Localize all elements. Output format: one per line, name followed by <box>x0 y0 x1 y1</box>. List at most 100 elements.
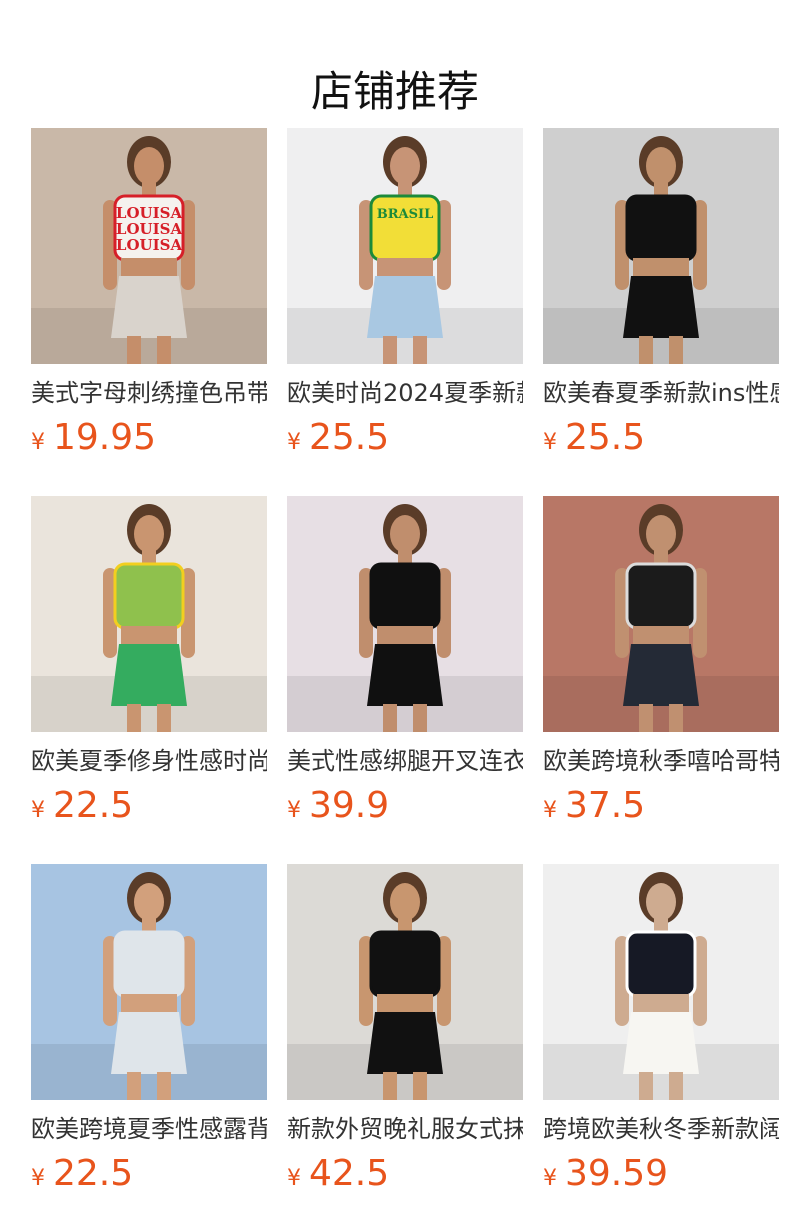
model-waist <box>633 258 689 278</box>
price-amount: 22.5 <box>53 785 134 826</box>
currency-symbol: ¥ <box>287 798 301 823</box>
product-photo <box>287 496 523 732</box>
recommended-store-page: 店铺推荐 LOUISA LOUISA LOUISA 美式字母刺绣撞色吊带 ¥19.9… <box>0 0 790 1232</box>
product-price: ¥19.95 <box>31 418 267 464</box>
model-face <box>134 883 164 921</box>
model-face <box>390 147 420 185</box>
product-card[interactable]: 欧美跨境夏季性感露背 ¥22.5 <box>31 864 267 1200</box>
product-name[interactable]: 欧美跨境秋季嘻哈哥特 <box>543 746 779 776</box>
price-amount: 39.59 <box>565 1153 669 1194</box>
currency-symbol: ¥ <box>287 1166 301 1191</box>
product-price: ¥39.9 <box>287 786 523 832</box>
price-amount: 25.5 <box>309 417 390 458</box>
currency-symbol: ¥ <box>543 430 557 455</box>
garment-bottom <box>367 644 443 706</box>
model-waist <box>633 994 689 1014</box>
product-card[interactable]: 欧美春夏季新款ins性感 ¥25.5 <box>543 128 779 464</box>
garment-top <box>369 194 441 262</box>
model-leg-left <box>639 1072 653 1100</box>
model-face <box>134 147 164 185</box>
product-card[interactable]: 新款外贸晚礼服女式抹胸 ¥42.5 <box>287 864 523 1200</box>
currency-symbol: ¥ <box>543 798 557 823</box>
price-amount: 42.5 <box>309 1153 390 1194</box>
model-leg-right <box>157 704 171 732</box>
price-amount: 37.5 <box>565 785 646 826</box>
garment-bottom <box>623 644 699 706</box>
garment-top <box>369 562 441 630</box>
model-leg-right <box>413 336 427 364</box>
product-card[interactable]: 欧美夏季修身性感时尚 ¥22.5 <box>31 496 267 832</box>
product-image[interactable] <box>287 496 523 732</box>
model-leg-right <box>157 336 171 364</box>
product-image[interactable] <box>543 864 779 1100</box>
product-image[interactable]: LOUISA LOUISA LOUISA <box>31 128 267 364</box>
product-price: ¥42.5 <box>287 1154 523 1200</box>
model-waist <box>633 626 689 646</box>
product-image[interactable] <box>31 864 267 1100</box>
product-name[interactable]: 欧美春夏季新款ins性感 <box>543 378 779 408</box>
product-price: ¥37.5 <box>543 786 779 832</box>
product-image[interactable] <box>31 496 267 732</box>
product-photo: BRASIL <box>287 128 523 364</box>
product-photo <box>543 496 779 732</box>
currency-symbol: ¥ <box>287 430 301 455</box>
product-photo: LOUISALOUISALOUISA <box>31 128 267 364</box>
product-name[interactable]: 欧美跨境夏季性感露背 <box>31 1114 267 1144</box>
product-card[interactable]: 欧美跨境秋季嘻哈哥特 ¥37.5 <box>543 496 779 832</box>
model-leg-left <box>127 1072 141 1100</box>
product-name[interactable]: 跨境欧美秋冬季新款阔腿 <box>543 1114 779 1144</box>
currency-symbol: ¥ <box>31 798 45 823</box>
product-photo <box>543 128 779 364</box>
model-leg-right <box>157 1072 171 1100</box>
price-amount: 25.5 <box>565 417 646 458</box>
product-photo <box>31 864 267 1100</box>
garment-bottom <box>623 276 699 338</box>
model-face <box>646 147 676 185</box>
model-leg-left <box>639 704 653 732</box>
product-image[interactable] <box>543 128 779 364</box>
garment-print-text: LOUISA <box>116 236 183 254</box>
model-leg-right <box>669 704 683 732</box>
product-name[interactable]: 美式性感绑腿开叉连衣裙 <box>287 746 523 776</box>
model-leg-left <box>127 336 141 364</box>
currency-symbol: ¥ <box>31 430 45 455</box>
model-waist <box>121 626 177 646</box>
garment-print-text: BRASIL <box>377 207 434 222</box>
currency-symbol: ¥ <box>543 1166 557 1191</box>
product-price: ¥22.5 <box>31 1154 267 1200</box>
model-waist <box>377 258 433 278</box>
model-leg-right <box>413 1072 427 1100</box>
garment-bottom <box>111 1012 187 1074</box>
product-name[interactable]: 美式字母刺绣撞色吊带 <box>31 378 267 408</box>
product-card[interactable]: LOUISA LOUISA LOUISA 美式字母刺绣撞色吊带 ¥19.95 <box>31 128 267 464</box>
product-card[interactable]: 美式性感绑腿开叉连衣裙 ¥39.9 <box>287 496 523 832</box>
product-name[interactable]: 欧美夏季修身性感时尚 <box>31 746 267 776</box>
product-image[interactable]: BRASIL <box>287 128 523 364</box>
garment-top <box>369 930 441 998</box>
garment-bottom <box>367 276 443 338</box>
product-price: ¥25.5 <box>287 418 523 464</box>
model-face <box>134 515 164 553</box>
model-waist <box>377 626 433 646</box>
product-price: ¥25.5 <box>543 418 779 464</box>
product-photo <box>31 496 267 732</box>
model-waist <box>121 258 177 278</box>
product-card[interactable]: BRASIL 欧美时尚2024夏季新款 ¥25.5 <box>287 128 523 464</box>
model-leg-right <box>669 336 683 364</box>
product-name[interactable]: 新款外贸晚礼服女式抹胸 <box>287 1114 523 1144</box>
garment-top <box>113 930 185 998</box>
model-waist <box>377 994 433 1014</box>
product-image[interactable] <box>287 864 523 1100</box>
product-photo <box>287 864 523 1100</box>
page-title: 店铺推荐 <box>310 67 479 117</box>
model-waist <box>121 994 177 1014</box>
product-card[interactable]: 跨境欧美秋冬季新款阔腿 ¥39.59 <box>543 864 779 1200</box>
model-leg-left <box>639 336 653 364</box>
product-image[interactable] <box>543 496 779 732</box>
model-leg-right <box>669 1072 683 1100</box>
garment-top <box>625 194 697 262</box>
product-grid: LOUISA LOUISA LOUISA 美式字母刺绣撞色吊带 ¥19.95 BRA… <box>31 128 779 1200</box>
product-name[interactable]: 欧美时尚2024夏季新款 <box>287 378 523 408</box>
garment-top <box>625 562 697 630</box>
product-price: ¥39.59 <box>543 1154 779 1200</box>
